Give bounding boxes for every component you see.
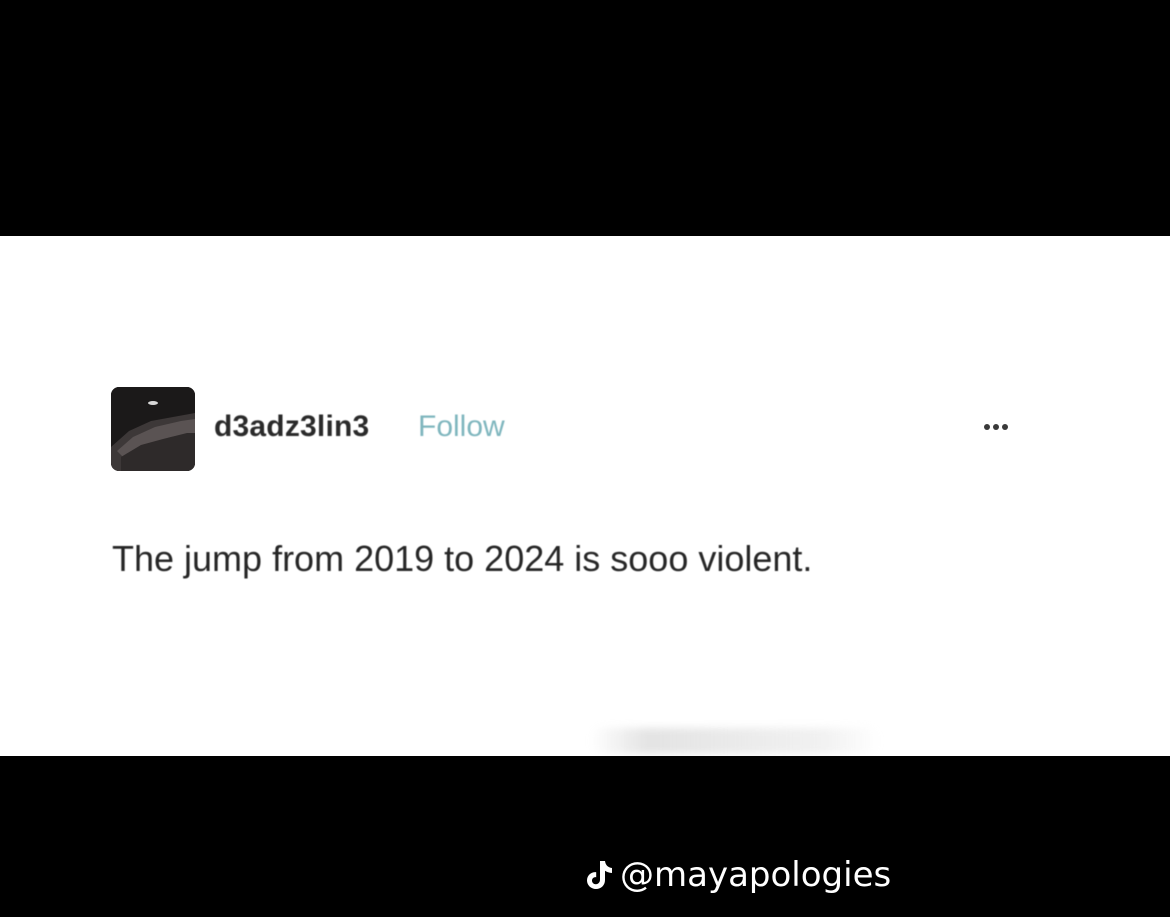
more-dot: [993, 424, 999, 430]
more-options-icon[interactable]: [968, 412, 1024, 442]
screenshot-frame: d3adz3lin3 Follow The jump from 2019 to …: [0, 0, 1170, 917]
avatar-image: [111, 387, 195, 471]
avatar[interactable]: [111, 387, 195, 471]
tiktok-handle-tag: @mayapologies: [584, 855, 891, 895]
more-dot: [1002, 424, 1008, 430]
blurred-watermark: [590, 728, 880, 754]
username[interactable]: d3adz3lin3: [214, 410, 369, 444]
bottom-letterbox: @mayapologies: [0, 756, 1170, 917]
tiktok-icon: [587, 861, 612, 889]
post-body-text: The jump from 2019 to 2024 is sooo viole…: [112, 538, 813, 579]
top-letterbox: [0, 0, 1170, 236]
follow-button[interactable]: Follow: [418, 410, 505, 444]
post-card: d3adz3lin3 Follow The jump from 2019 to …: [0, 236, 1170, 756]
more-dot: [984, 424, 990, 430]
tiktok-handle: @mayapologies: [620, 855, 892, 895]
